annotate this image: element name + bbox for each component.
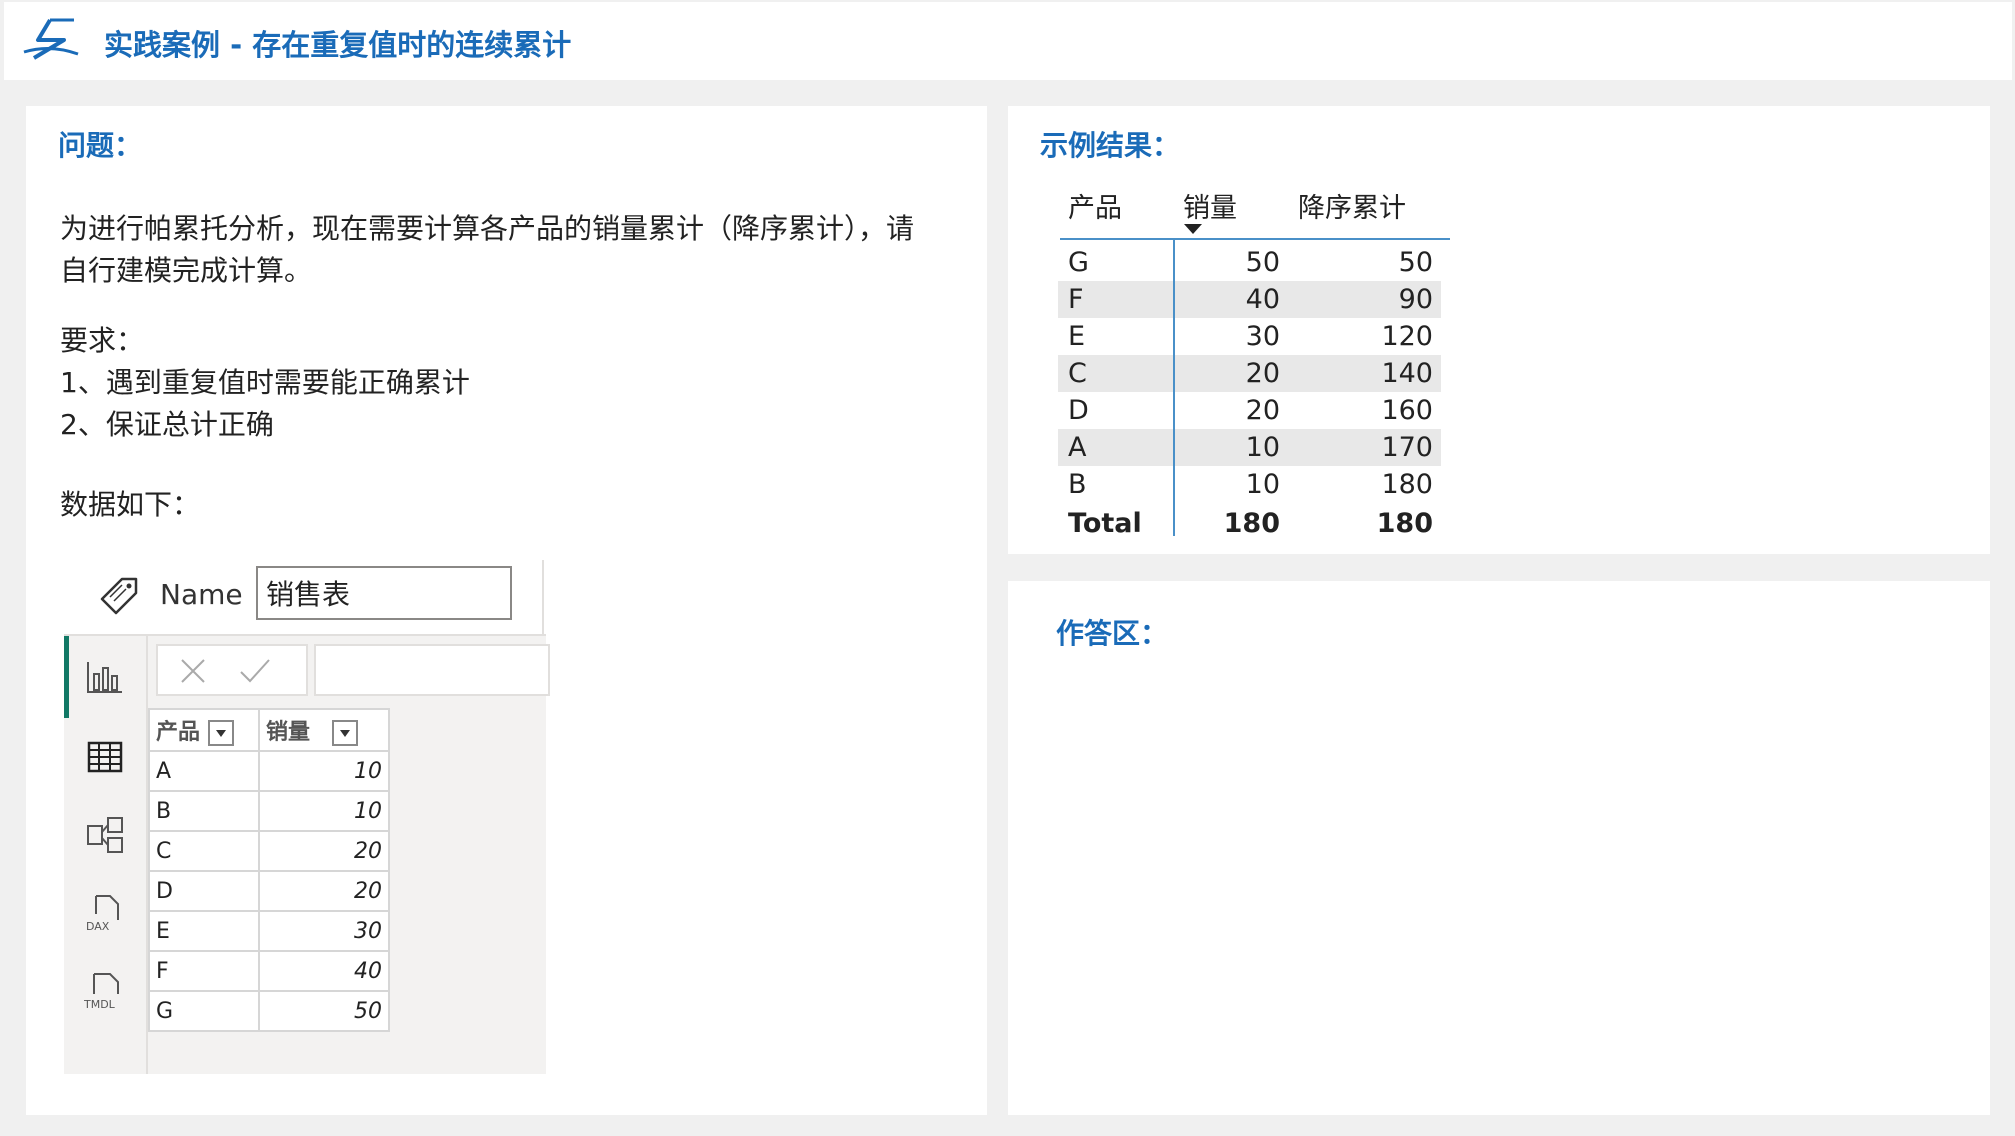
table-view-icon[interactable] <box>84 736 126 778</box>
table-row: E 30 120 <box>1068 321 1433 352</box>
table-row[interactable]: F 40 <box>148 950 390 992</box>
column-header-product[interactable]: 产品 <box>148 708 260 752</box>
total-row: Total 180 180 <box>1068 507 1433 539</box>
tag-icon <box>100 577 138 615</box>
result-table: 产品 销量 降序累计 G 50 50 F 40 90 E 30 120 C 20 140 D 20… <box>1058 180 1441 543</box>
result-header-cumulative[interactable]: 降序累计 <box>1288 180 1441 244</box>
table-row: F 40 90 <box>1058 281 1441 318</box>
filter-dropdown-icon[interactable] <box>332 720 359 746</box>
table-row: D 20 160 <box>1068 395 1433 426</box>
table-row[interactable]: G 50 <box>148 990 390 1032</box>
filter-dropdown-icon[interactable] <box>208 720 235 746</box>
table-row[interactable]: A 10 <box>148 750 390 792</box>
svg-text:TMDL: TMDL <box>84 998 116 1011</box>
commit-check-icon[interactable] <box>238 656 272 686</box>
table-row: A 10 170 <box>1058 429 1441 466</box>
formula-commit-box <box>156 644 308 696</box>
requirement-1: 1、遇到重复值时需要能正确累计 <box>60 366 470 399</box>
column-header-sales[interactable]: 销量 <box>258 708 390 752</box>
result-heading: 示例结果： <box>1040 129 1181 162</box>
table-name-input[interactable] <box>256 566 512 620</box>
problem-text-line2: 自行建模完成计算。 <box>60 254 313 287</box>
table-row[interactable]: E 30 <box>148 910 390 952</box>
requirement-2: 2、保证总计正确 <box>60 408 274 441</box>
result-header-product[interactable]: 产品 <box>1058 180 1173 244</box>
active-view-indicator <box>64 636 69 718</box>
problem-heading: 问题： <box>58 129 143 162</box>
formula-bar[interactable] <box>314 644 550 696</box>
answer-heading: 作答区： <box>1056 617 1169 650</box>
dax-query-view-icon[interactable]: DAX <box>84 892 126 934</box>
answer-panel[interactable] <box>1008 581 1990 1115</box>
table-row: C 20 140 <box>1058 355 1441 392</box>
column-divider <box>1173 238 1175 536</box>
view-rail: DAX TMDL <box>64 636 148 1074</box>
svg-text:DAX: DAX <box>86 920 110 933</box>
pbi-table-view: Name DAX TMDL <box>64 560 550 1074</box>
report-view-icon[interactable] <box>84 656 126 698</box>
header-underline <box>1060 238 1450 240</box>
table-row: G 50 50 <box>1068 247 1433 278</box>
cancel-icon[interactable] <box>178 656 208 686</box>
result-table-visual: 产品 销量 降序累计 G 50 50 F 40 90 E 30 120 C 20 140 D 20… <box>1058 180 1441 543</box>
model-view-icon[interactable] <box>84 814 126 856</box>
divider <box>542 560 544 634</box>
table-row[interactable]: B 10 <box>148 790 390 832</box>
page-title: 实践案例 - 存在重复值时的连续累计 <box>104 28 572 62</box>
table-row[interactable]: D 20 <box>148 870 390 912</box>
data-grid: 产品 销量 A 10 B 10 C 20 D 20 E 30 F 40 G 50 <box>148 708 390 1032</box>
result-header-sales[interactable]: 销量 <box>1173 180 1288 244</box>
table-row: B 10 180 <box>1068 469 1433 500</box>
data-intro: 数据如下： <box>60 488 201 521</box>
tmdl-view-icon[interactable]: TMDL <box>84 970 126 1012</box>
requirements-heading: 要求： <box>60 324 145 357</box>
problem-text-line1: 为进行帕累托分析，现在需要计算各产品的销量累计（降序累计），请 <box>60 212 915 245</box>
table-row[interactable]: C 20 <box>148 830 390 872</box>
name-label: Name <box>160 578 243 611</box>
sort-descending-icon[interactable] <box>1184 224 1202 234</box>
pen-swoosh-logo-icon <box>23 18 79 60</box>
